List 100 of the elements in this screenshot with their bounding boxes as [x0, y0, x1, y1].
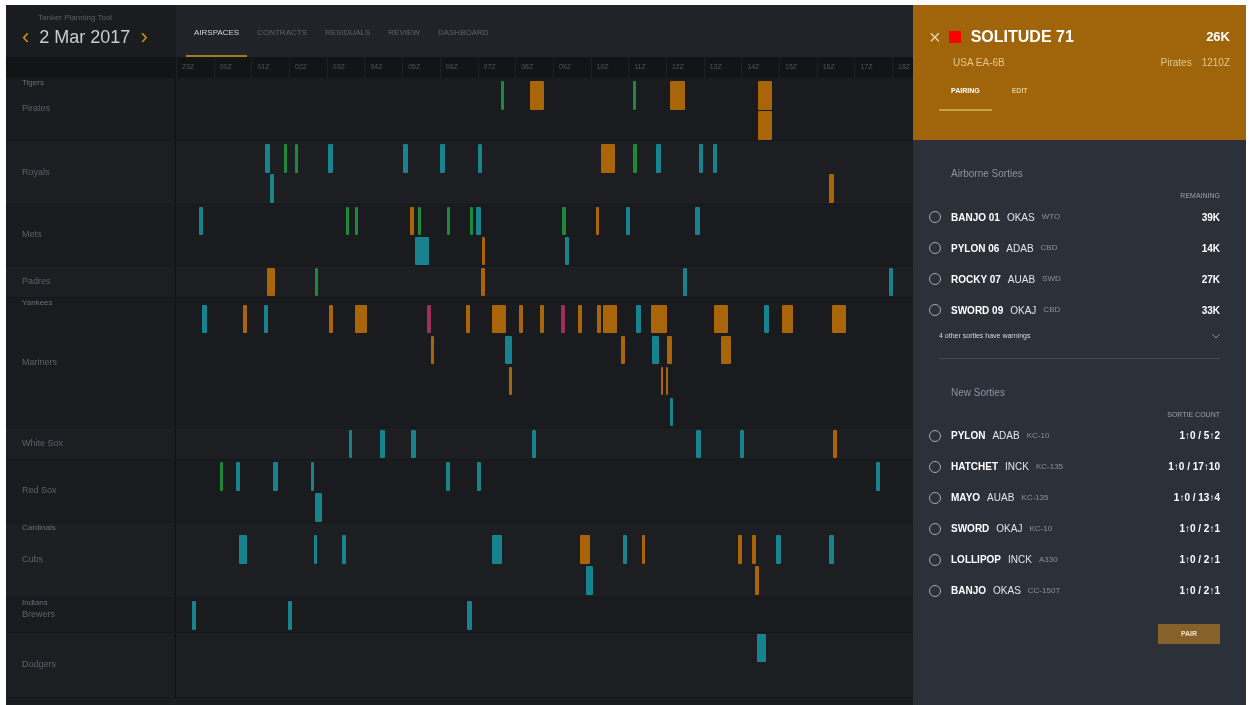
sortie-bar[interactable]	[633, 144, 637, 173]
sortie-bar[interactable]	[380, 430, 385, 458]
sortie-bar[interactable]	[481, 268, 485, 296]
sortie-bar[interactable]	[346, 207, 349, 235]
sortie-bar[interactable]	[470, 207, 473, 235]
sortie-bar[interactable]	[603, 305, 617, 333]
sortie-bar[interactable]	[492, 305, 506, 333]
sortie-bar[interactable]	[311, 462, 314, 491]
sortie-bar[interactable]	[561, 305, 565, 333]
sortie-bar[interactable]	[239, 535, 247, 564]
sortie-bar[interactable]	[410, 207, 414, 235]
sortie-bar[interactable]	[740, 430, 744, 458]
sortie-bar[interactable]	[764, 305, 769, 333]
chevron-down-icon[interactable]	[1212, 334, 1220, 339]
sortie-bar[interactable]	[447, 207, 450, 235]
sortie-bar[interactable]	[667, 336, 672, 364]
sortie-bar[interactable]	[562, 207, 566, 235]
sortie-bar[interactable]	[199, 207, 203, 235]
sortie-bar[interactable]	[264, 305, 268, 333]
sortie-bar[interactable]	[477, 462, 481, 491]
sortie-bar[interactable]	[578, 305, 582, 333]
sortie-bar[interactable]	[315, 268, 318, 296]
sortie-bar[interactable]	[492, 535, 502, 564]
sortie-bar[interactable]	[757, 634, 766, 662]
sortie-bar[interactable]	[670, 398, 673, 426]
sortie-bar[interactable]	[695, 207, 700, 235]
sortie-bar[interactable]	[714, 305, 728, 333]
sortie-bar[interactable]	[295, 144, 298, 173]
sortie-bar[interactable]	[642, 535, 645, 564]
sortie-bar[interactable]	[415, 237, 429, 265]
sortie-bar[interactable]	[476, 207, 481, 235]
sortie-bar[interactable]	[540, 305, 544, 333]
sortie-bar[interactable]	[721, 336, 731, 364]
sortie-bar[interactable]	[265, 144, 270, 173]
sortie-bar[interactable]	[220, 462, 223, 491]
sortie-bar[interactable]	[288, 601, 292, 630]
sortie-bar[interactable]	[530, 81, 544, 110]
sortie-bar[interactable]	[467, 601, 472, 630]
sortie-bar[interactable]	[699, 144, 703, 173]
sortie-bar[interactable]	[446, 462, 450, 491]
sortie-bar[interactable]	[478, 144, 482, 173]
sortie-bar[interactable]	[776, 535, 781, 564]
close-button[interactable]: ×	[929, 27, 941, 47]
sortie-bar[interactable]	[683, 268, 687, 296]
sortie-bar[interactable]	[596, 207, 599, 235]
sortie-bar[interactable]	[636, 305, 641, 333]
sortie-bar[interactable]	[782, 305, 793, 333]
nav-tab[interactable]: REVIEW	[380, 23, 428, 57]
sortie-bar[interactable]	[519, 305, 523, 333]
sortie-bar[interactable]	[713, 144, 717, 173]
sortie-bar[interactable]	[328, 144, 333, 173]
sortie-bar[interactable]	[482, 237, 485, 265]
sortie-bar[interactable]	[411, 430, 416, 458]
sortie-bar[interactable]	[755, 566, 759, 595]
sortie-bar[interactable]	[342, 535, 346, 564]
nav-tab[interactable]: RESIDUALS	[317, 23, 379, 57]
sortie-bar[interactable]	[597, 305, 601, 333]
sortie-bar[interactable]	[431, 336, 434, 364]
previous-date-button[interactable]: ‹	[22, 26, 30, 48]
sortie-bar[interactable]	[202, 305, 207, 333]
sortie-bar[interactable]	[243, 305, 247, 333]
sortie-bar[interactable]	[565, 237, 569, 265]
sortie-bar[interactable]	[329, 305, 333, 333]
sortie-bar[interactable]	[315, 493, 322, 522]
sortie-bar[interactable]	[738, 535, 742, 564]
sortie-bar[interactable]	[355, 207, 358, 235]
sortie-bar[interactable]	[670, 81, 685, 110]
sortie-bar[interactable]	[273, 462, 278, 491]
sortie-bar[interactable]	[656, 144, 661, 173]
sortie-bar[interactable]	[466, 305, 470, 333]
sortie-bar[interactable]	[267, 268, 275, 296]
sortie-bar[interactable]	[829, 174, 834, 203]
sortie-bar[interactable]	[586, 566, 593, 595]
sortie-bar[interactable]	[758, 111, 772, 140]
nav-tab[interactable]: CONTRACTS	[249, 23, 315, 57]
sortie-bar[interactable]	[652, 336, 659, 364]
sortie-bar[interactable]	[601, 144, 615, 173]
sortie-bar[interactable]	[621, 336, 625, 364]
sortie-bar[interactable]	[626, 207, 630, 235]
nav-tab[interactable]: DASHBOARD	[429, 23, 497, 57]
sortie-bar[interactable]	[192, 601, 196, 630]
sortie-bar[interactable]	[876, 462, 880, 491]
sortie-bar[interactable]	[236, 462, 240, 491]
sortie-bar[interactable]	[505, 336, 512, 364]
sortie-bar[interactable]	[440, 144, 445, 173]
sortie-bar[interactable]	[418, 207, 421, 235]
sortie-bar[interactable]	[532, 430, 536, 458]
sortie-bar[interactable]	[633, 81, 636, 110]
sortie-bar[interactable]	[752, 535, 756, 564]
sortie-bar[interactable]	[833, 430, 837, 458]
sortie-bar[interactable]	[651, 305, 667, 333]
sortie-bar[interactable]	[501, 81, 504, 110]
sortie-bar[interactable]	[349, 430, 352, 458]
sortie-bar[interactable]	[403, 144, 408, 173]
sortie-bar[interactable]	[758, 81, 772, 110]
sortie-bar[interactable]	[580, 535, 590, 564]
sortie-bar[interactable]	[889, 268, 893, 296]
sortie-bar[interactable]	[829, 535, 834, 564]
sortie-bar[interactable]	[509, 367, 512, 395]
sortie-bar[interactable]	[832, 305, 846, 333]
